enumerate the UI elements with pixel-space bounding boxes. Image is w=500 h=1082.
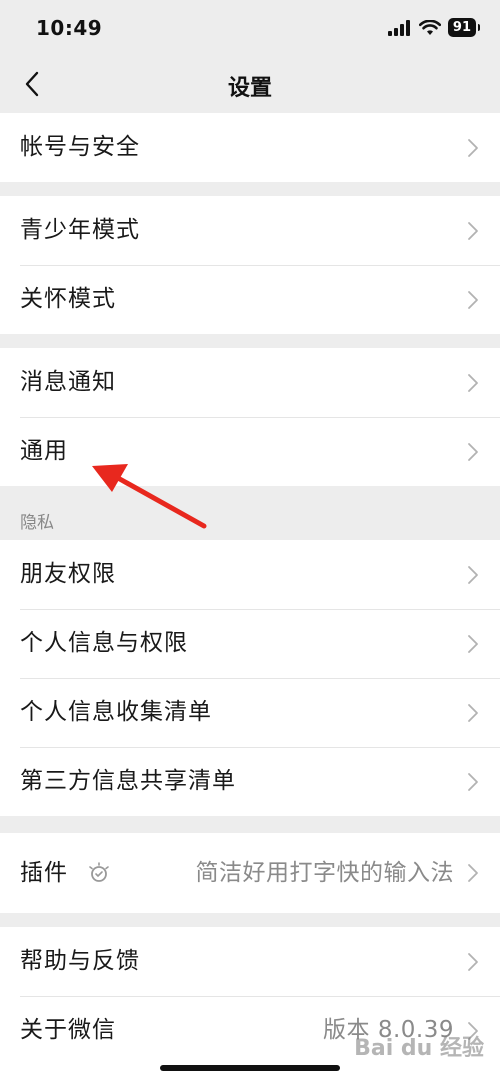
row-label: 帐号与安全 xyxy=(20,134,140,160)
row-help-feedback[interactable]: 帮助与反馈 xyxy=(0,927,500,996)
row-label: 关怀模式 xyxy=(20,286,116,312)
row-notifications[interactable]: 消息通知 xyxy=(0,348,500,417)
cellular-signal-icon xyxy=(387,19,410,36)
row-third-party-sharing[interactable]: 第三方信息共享清单 xyxy=(0,747,500,816)
chevron-right-icon xyxy=(468,635,478,653)
row-label: 插件 xyxy=(20,860,68,886)
nav-bar: 设置 xyxy=(0,56,500,112)
row-care-mode[interactable]: 关怀模式 xyxy=(0,265,500,334)
row-personal-info-collection[interactable]: 个人信息收集清单 xyxy=(0,678,500,747)
row-personal-info-permissions[interactable]: 个人信息与权限 xyxy=(0,609,500,678)
chevron-right-icon xyxy=(468,139,478,157)
status-icons: 91 xyxy=(387,18,481,37)
watermark: Bai du 经验 xyxy=(354,1036,484,1061)
chevron-right-icon xyxy=(468,953,478,971)
row-label: 帮助与反馈 xyxy=(20,948,140,974)
row-label: 通用 xyxy=(20,438,68,464)
row-label: 朋友权限 xyxy=(20,561,116,587)
plugin-group: 插件 简洁好用打字快的输入法 xyxy=(0,833,500,913)
row-value: 简洁好用打字快的输入法 xyxy=(195,860,454,886)
modes-group: 青少年模式 关怀模式 xyxy=(0,196,500,334)
battery-icon: 91 xyxy=(447,18,481,37)
account-group: 帐号与安全 xyxy=(0,113,500,182)
row-label: 青少年模式 xyxy=(20,217,140,243)
home-indicator xyxy=(160,1065,340,1071)
lightbulb-icon xyxy=(89,862,109,882)
row-label: 关于微信 xyxy=(20,1017,116,1043)
row-teen-mode[interactable]: 青少年模式 xyxy=(0,196,500,265)
row-label: 消息通知 xyxy=(20,369,116,395)
row-general[interactable]: 通用 xyxy=(0,417,500,486)
chevron-right-icon xyxy=(468,374,478,392)
chevron-right-icon xyxy=(468,864,478,882)
settings-screen: 10:49 91 设置 帐号与安全 青少年模式 关怀模式 消息通知 通用 隐私 … xyxy=(0,0,500,1082)
chevron-right-icon xyxy=(468,704,478,722)
row-label: 个人信息收集清单 xyxy=(20,699,212,725)
status-bar: 10:49 91 xyxy=(0,0,500,56)
row-label: 第三方信息共享清单 xyxy=(20,768,236,794)
wifi-icon xyxy=(418,19,441,35)
row-label: 个人信息与权限 xyxy=(20,630,188,656)
privacy-section-header: 隐私 xyxy=(20,513,54,533)
row-account-security[interactable]: 帐号与安全 xyxy=(0,113,500,182)
row-plugins[interactable]: 插件 简洁好用打字快的输入法 xyxy=(0,833,500,913)
chevron-right-icon xyxy=(468,773,478,791)
status-time: 10:49 xyxy=(36,16,103,40)
privacy-group: 朋友权限 个人信息与权限 个人信息收集清单 第三方信息共享清单 xyxy=(0,540,500,816)
chevron-right-icon xyxy=(468,566,478,584)
row-friend-permissions[interactable]: 朋友权限 xyxy=(0,540,500,609)
chevron-right-icon xyxy=(468,291,478,309)
page-title: 设置 xyxy=(227,76,272,101)
general-group: 消息通知 通用 xyxy=(0,348,500,486)
chevron-right-icon xyxy=(468,222,478,240)
chevron-right-icon xyxy=(468,443,478,461)
